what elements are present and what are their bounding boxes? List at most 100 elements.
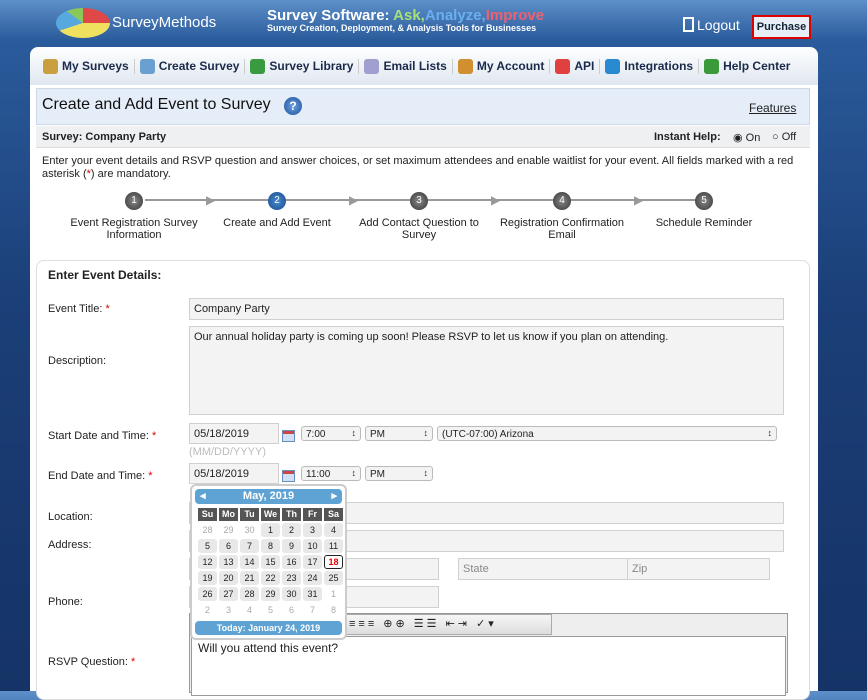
puzzle-icon — [555, 58, 571, 74]
calendar-day[interactable]: 4 — [240, 603, 259, 617]
features-link[interactable]: Features — [749, 101, 796, 115]
calendar-day[interactable]: 16 — [282, 555, 301, 569]
instant-help-on-radio[interactable]: ◉ On — [733, 131, 760, 144]
envelope-icon — [364, 58, 380, 74]
calendar-day[interactable]: 1 — [324, 587, 343, 601]
rsvp-question-input[interactable]: Will you attend this event? — [191, 636, 786, 696]
weekday-header: Su — [198, 508, 217, 521]
calendar-day[interactable]: 31 — [303, 587, 322, 601]
start-ampm-select[interactable]: PM — [365, 426, 433, 441]
calendar-day[interactable]: 6 — [282, 603, 301, 617]
weekday-header: We — [261, 508, 280, 521]
next-month-icon[interactable]: ▸ — [331, 489, 337, 504]
logout-link[interactable]: Logout — [683, 17, 740, 33]
date-format-hint: (MM/DD/YYYY) — [189, 446, 266, 458]
calendar-day[interactable]: 19 — [198, 571, 217, 585]
calendar-day[interactable]: 28 — [240, 587, 259, 601]
zip-input[interactable]: Zip — [627, 558, 770, 580]
nav-label: My Surveys — [62, 59, 129, 73]
event-title-label: Event Title: * — [48, 303, 110, 315]
calendar-day[interactable]: 11 — [324, 539, 343, 553]
location-label: Location: — [48, 511, 93, 523]
calendar-day[interactable]: 5 — [261, 603, 280, 617]
page-title: Create and Add Event to Survey — [42, 96, 271, 113]
calendar-day[interactable]: 27 — [219, 587, 238, 601]
prev-month-icon[interactable]: ◂ — [200, 489, 206, 504]
calendar-day[interactable]: 28 — [198, 523, 217, 537]
calendar-day[interactable]: 8 — [261, 539, 280, 553]
calendar-day[interactable]: 30 — [282, 587, 301, 601]
calendar-day[interactable]: 25 — [324, 571, 343, 585]
calendar-day[interactable]: 23 — [282, 571, 301, 585]
label-text: Start Date and Time: — [48, 430, 149, 442]
today-button[interactable]: Today: January 24, 2019 — [195, 621, 342, 635]
end-date-input[interactable]: 05/18/2019 — [189, 463, 279, 484]
calendar-day[interactable]: 22 — [261, 571, 280, 585]
logout-icon — [683, 17, 694, 32]
nav-item-my-account[interactable]: My Account — [453, 58, 551, 74]
calendar-day[interactable]: 26 — [198, 587, 217, 601]
step-4-marker: 4 — [553, 192, 571, 210]
calendar-day[interactable]: 5 — [198, 539, 217, 553]
label-text: End Date and Time: — [48, 470, 146, 482]
calendar-day[interactable]: 3 — [219, 603, 238, 617]
nav-item-my-surveys[interactable]: My Surveys — [38, 58, 135, 74]
calendar-day[interactable]: 29 — [261, 587, 280, 601]
calendar-month: May, 2019 — [242, 490, 295, 502]
nav-item-integrations[interactable]: Integrations — [600, 58, 700, 74]
calendar-day[interactable]: 12 — [198, 555, 217, 569]
step-arrow-icon: ▶ — [349, 193, 359, 207]
calendar-day[interactable]: 4 — [324, 523, 343, 537]
description-textarea[interactable]: Our annual holiday party is coming up so… — [189, 326, 784, 415]
calendar-day[interactable]: 30 — [240, 523, 259, 537]
calendar-day[interactable]: 20 — [219, 571, 238, 585]
calendar-day[interactable]: 10 — [303, 539, 322, 553]
required-star: * — [148, 470, 153, 482]
calendar-day[interactable]: 29 — [219, 523, 238, 537]
tagline-subtitle: Survey Creation, Deployment, & Analysis … — [267, 23, 537, 33]
calendar-day[interactable]: 17 — [303, 555, 322, 569]
logo-icon[interactable] — [56, 8, 110, 38]
calendar-day[interactable]: 2 — [282, 523, 301, 537]
event-title-input[interactable]: Company Party — [189, 298, 784, 320]
end-ampm-select[interactable]: PM — [365, 466, 433, 481]
calendar-day[interactable]: 24 — [303, 571, 322, 585]
main-nav: My Surveys Create Survey Survey Library Ema… — [30, 47, 818, 85]
nav-item-survey-library[interactable]: Survey Library — [245, 58, 360, 74]
instant-help-off-radio[interactable]: ○ Off — [772, 131, 796, 143]
calendar-day[interactable]: 6 — [219, 539, 238, 553]
editor-toolbar[interactable]: ≡≡≡ ⊕⊕ ☰☰ ⇤⇥ ✓▾ — [344, 614, 552, 635]
calendar-day[interactable]: 14 — [240, 555, 259, 569]
help-icon — [704, 58, 720, 74]
calendar-day[interactable]: 7 — [240, 539, 259, 553]
nav-item-create-survey[interactable]: Create Survey — [135, 58, 246, 74]
calendar-day[interactable]: 8 — [324, 603, 343, 617]
nav-label: Help Center — [723, 59, 791, 73]
calendar-day[interactable]: 9 — [282, 539, 301, 553]
purchase-button[interactable]: Purchase — [752, 15, 811, 39]
state-input[interactable]: State — [458, 558, 638, 580]
calendar-day[interactable]: 13 — [219, 555, 238, 569]
calendar-day[interactable]: 7 — [303, 603, 322, 617]
brand-name: SurveyMethods — [112, 14, 217, 31]
calendar-day[interactable]: 21 — [240, 571, 259, 585]
step-arrow-icon: ▶ — [634, 193, 644, 207]
calendar-day[interactable]: 3 — [303, 523, 322, 537]
calendar-icon[interactable] — [282, 430, 295, 442]
end-time-select[interactable]: 11:00 — [301, 466, 361, 481]
survey-name: Survey: Company Party — [42, 131, 167, 143]
nav-item-email-lists[interactable]: Email Lists — [359, 58, 453, 74]
intro-b: ) are mandatory. — [90, 168, 171, 180]
calendar-day[interactable]: 1 — [261, 523, 280, 537]
nav-item-help-center[interactable]: Help Center — [699, 58, 795, 74]
calendar-icon[interactable] — [282, 470, 295, 482]
calendar-day[interactable]: 18 — [324, 555, 343, 569]
start-time-select[interactable]: 7:00 — [301, 426, 361, 441]
timezone-select[interactable]: (UTC-07:00) Arizona — [437, 426, 777, 441]
calendar-day[interactable]: 15 — [261, 555, 280, 569]
address-label: Address: — [48, 539, 92, 551]
start-date-input[interactable]: 05/18/2019 — [189, 423, 279, 444]
calendar-day[interactable]: 2 — [198, 603, 217, 617]
help-icon[interactable]: ? — [284, 97, 302, 115]
nav-item-api[interactable]: API — [550, 58, 601, 74]
